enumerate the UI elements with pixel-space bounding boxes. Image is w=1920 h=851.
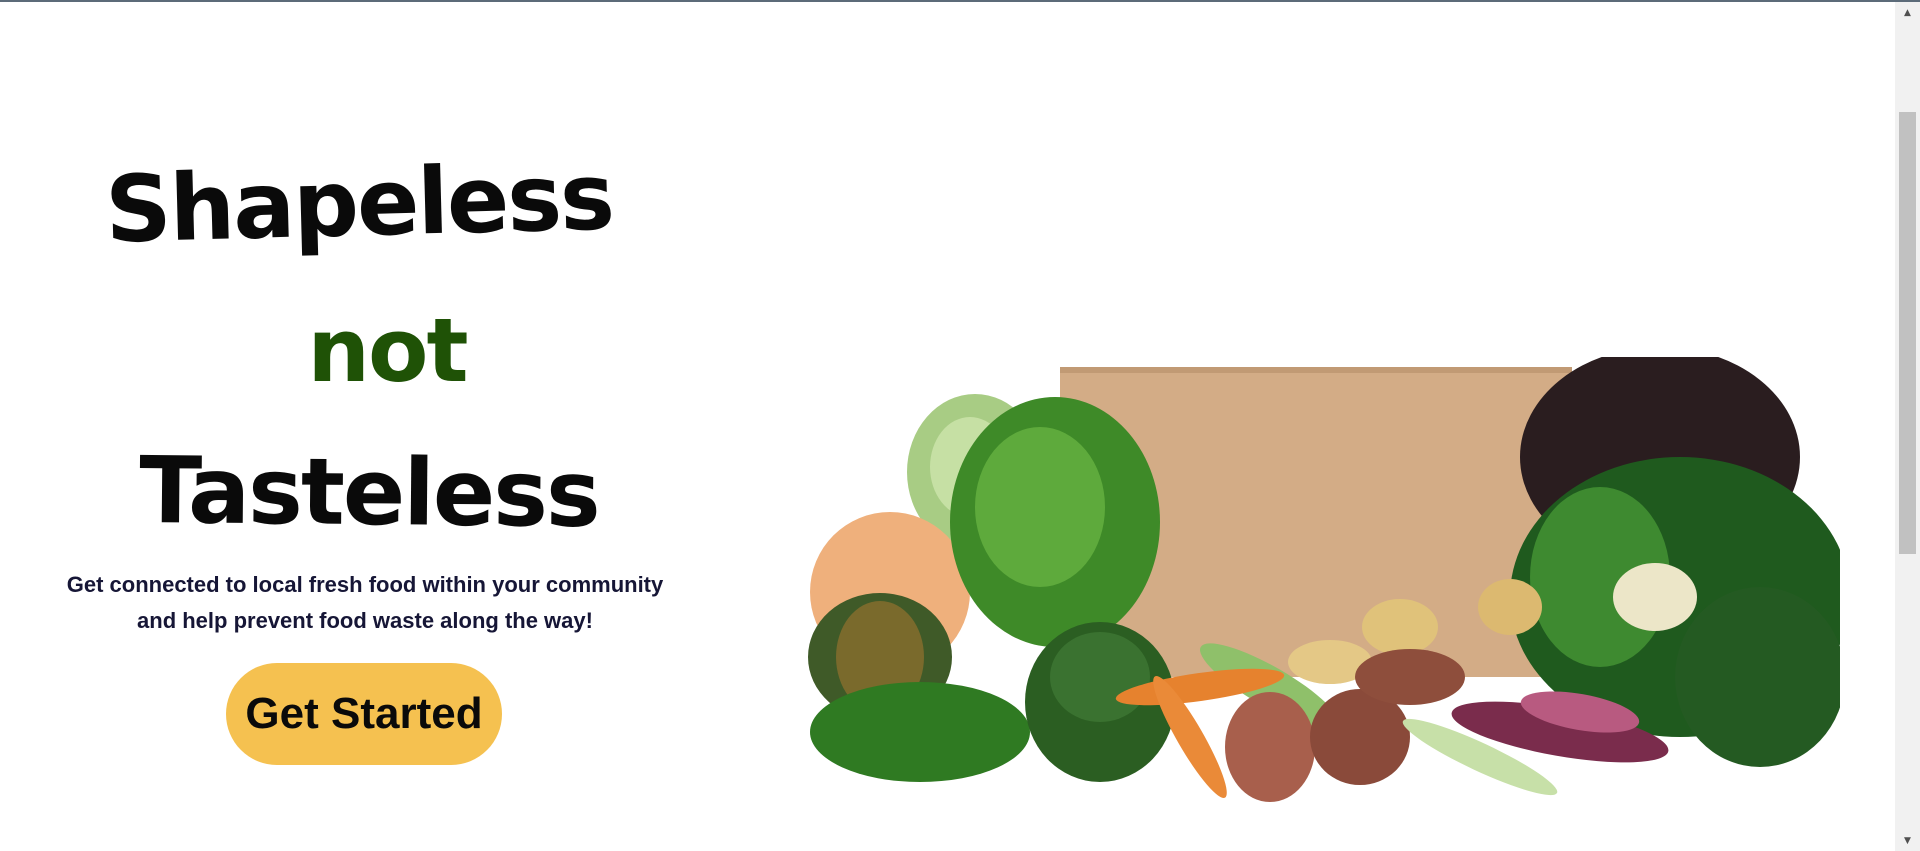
chard-right	[1675, 587, 1840, 767]
headline-not: not	[307, 299, 468, 402]
scrollbar-thumb[interactable]	[1899, 112, 1916, 554]
cardboard-box-top	[1060, 367, 1572, 373]
produce-box-image	[808, 357, 1840, 802]
landing-page: Shapeless not Tasteless Get connected to…	[0, 2, 1895, 851]
potato-2	[1478, 579, 1542, 635]
sweet-potato	[1225, 692, 1315, 802]
lettuce-highlight	[975, 427, 1105, 587]
vertical-scrollbar[interactable]: ▲ ▼	[1895, 2, 1920, 851]
tagline-line-1: Get connected to local fresh food within…	[66, 572, 664, 597]
tagline-line-2: and help prevent food waste along the wa…	[137, 608, 593, 633]
get-started-button[interactable]: Get Started	[226, 663, 502, 765]
beet-2	[1355, 649, 1465, 705]
caret-down-icon[interactable]: ▼	[1895, 832, 1920, 849]
caret-up-icon[interactable]: ▲	[1895, 4, 1920, 21]
headline-tasteless: Tasteless	[138, 436, 600, 549]
potato-1	[1362, 599, 1438, 655]
hero-tagline: Get connected to local fresh food within…	[30, 567, 700, 639]
cauliflower	[1613, 563, 1697, 631]
leafy-greens-left	[810, 682, 1030, 782]
broccoli-top	[1050, 632, 1150, 722]
headline-shapeless: Shapeless	[103, 143, 615, 264]
